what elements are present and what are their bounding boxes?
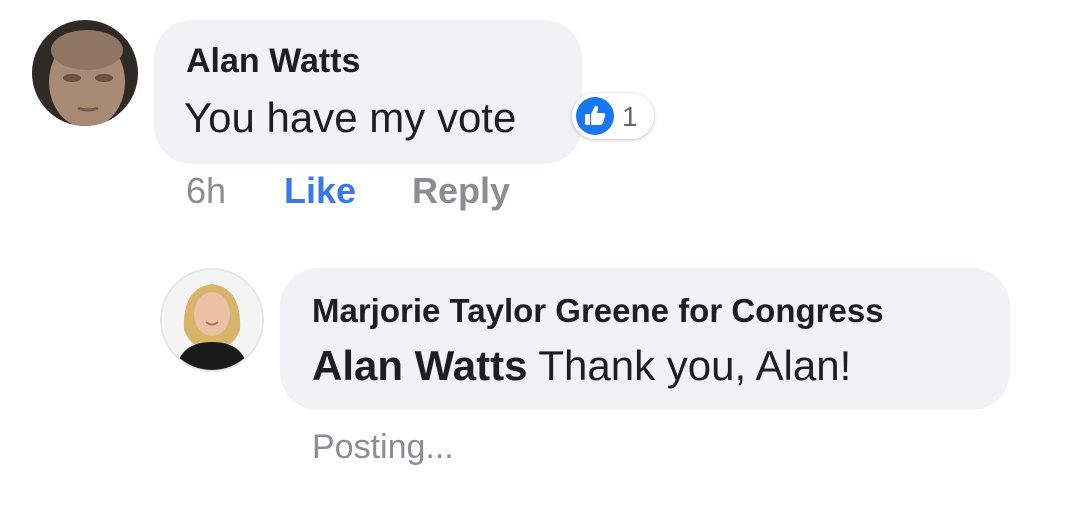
comment-author[interactable]: Alan Watts (186, 42, 360, 81)
thumbs-up-icon (576, 97, 614, 135)
posting-status: Posting... (312, 428, 454, 466)
comment-bubble: Alan Watts You have my vote (154, 20, 582, 164)
reply-text-line: Alan Watts Thank you, Alan! (312, 342, 851, 390)
reply-author[interactable]: Marjorie Taylor Greene for Congress (312, 292, 884, 330)
comment-timestamp[interactable]: 6h (186, 170, 226, 212)
reaction-count: 1 (622, 101, 638, 132)
reply-mention[interactable]: Alan Watts (312, 342, 527, 389)
comment-text: You have my vote (184, 94, 517, 141)
like-button[interactable]: Like (284, 170, 356, 212)
reply-bubble: Marjorie Taylor Greene for Congress Alan… (280, 268, 1010, 410)
reply-button[interactable]: Reply (412, 170, 510, 212)
reply-text: Thank you, Alan! (538, 342, 852, 389)
commenter-avatar[interactable] (32, 20, 138, 126)
page-avatar[interactable] (160, 268, 264, 372)
reaction-badge[interactable]: 1 (572, 93, 654, 139)
